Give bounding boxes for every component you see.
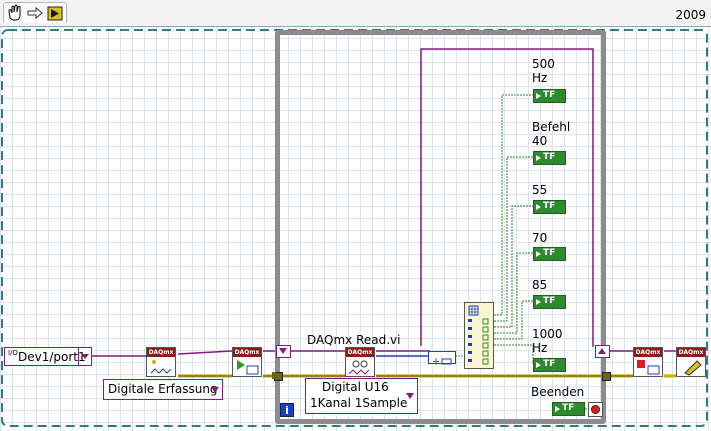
left-shift-register[interactable] <box>276 345 291 358</box>
loop-iteration-terminal: i <box>280 403 294 417</box>
right-shift-register[interactable] <box>595 345 610 358</box>
indicator-500hz: TF <box>533 89 566 103</box>
index-array-node <box>464 302 494 369</box>
read-vi-label: DAQmx Read.vi <box>307 333 401 347</box>
chevron-down-icon[interactable] <box>211 387 219 393</box>
channel-value: Dev1/port1 <box>18 350 86 364</box>
vi-header: DAQmx <box>677 348 705 357</box>
daqmx-stop-task-vi[interactable]: DAQmx <box>633 347 663 377</box>
indicator-label-6: 1000 Hz <box>532 327 563 355</box>
io-icon: I/O <box>8 349 18 357</box>
chevron-down-icon[interactable] <box>406 393 414 399</box>
task-type-ring[interactable]: Digitale Erfassung <box>103 379 223 400</box>
loop-stop-condition-icon[interactable] <box>588 402 603 417</box>
indicator-55: TF <box>533 200 566 214</box>
vi-header: DAQmx <box>147 348 175 357</box>
indicator-85: TF <box>533 295 566 309</box>
channel-constant[interactable]: I/O Dev1/port1 <box>4 347 92 366</box>
indicator-label-4: 70 <box>532 231 548 245</box>
indicator-70: TF <box>533 247 566 261</box>
read-mode-line2: 1Kanal 1Sample <box>310 396 408 410</box>
number-to-boolean-array <box>428 351 456 365</box>
vi-header: DAQmx <box>634 348 662 357</box>
read-mode-ring[interactable]: Digital U16 1Kanal 1Sample <box>305 378 418 414</box>
read-mode-line1: Digital U16 <box>322 380 389 394</box>
daqmx-start-task-vi[interactable]: DAQmx <box>232 347 262 377</box>
daqmx-read-vi[interactable]: DAQmx <box>345 347 375 377</box>
task-type-value: Digitale Erfassung <box>108 382 218 396</box>
indicator-label-1: 500 Hz <box>532 57 555 85</box>
daqmx-clear-task-vi[interactable]: DAQmx <box>676 347 706 377</box>
daqmx-create-channel-vi[interactable]: DAQmx <box>146 347 176 377</box>
indicator-label-3: 55 <box>532 183 548 197</box>
indicator-1000hz: TF <box>533 358 566 372</box>
error-tunnel-right <box>602 372 611 381</box>
stop-control-beenden[interactable]: TF <box>552 402 585 416</box>
vi-header: DAQmx <box>233 348 261 357</box>
indicator-label-2: Befehl 40 <box>532 120 571 148</box>
vi-header: DAQmx <box>346 348 374 357</box>
stop-control-label: Beenden <box>531 385 585 399</box>
channel-dropdown-arrow[interactable] <box>78 348 91 365</box>
indicator-label-5: 85 <box>532 278 548 292</box>
indicator-befehl-40: TF <box>533 151 566 165</box>
error-tunnel-outer-left <box>272 372 276 379</box>
